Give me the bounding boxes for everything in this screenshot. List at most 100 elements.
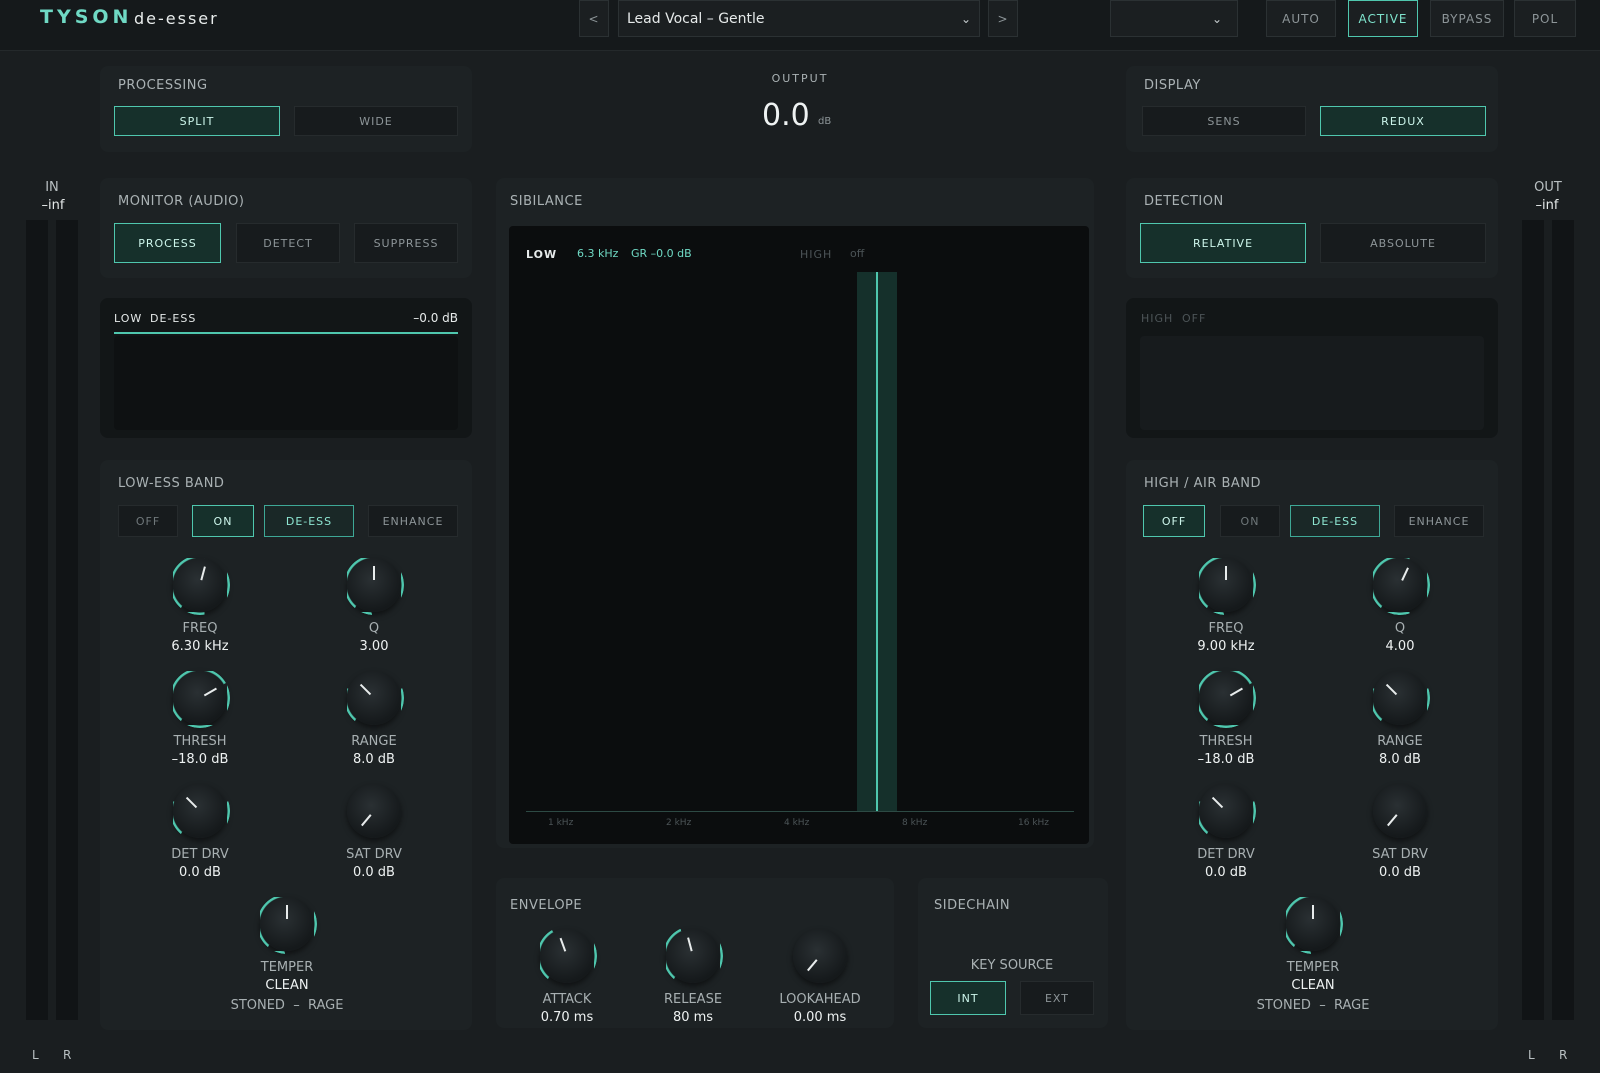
- high-range-knob-ring: [1370, 668, 1430, 728]
- output-meter-l-label: L: [1528, 1048, 1535, 1062]
- high-freq-knob[interactable]: [1196, 555, 1256, 615]
- high-deess-button[interactable]: DE-ESS: [1290, 505, 1380, 537]
- high-range-label: RANGE: [1377, 734, 1423, 749]
- high-satdrv-knob[interactable]: [1373, 784, 1427, 838]
- input-meter-left: [26, 220, 48, 1020]
- low-display-value: –0.0 dB: [413, 311, 458, 325]
- key-ext-button[interactable]: EXT: [1020, 981, 1094, 1015]
- auto-button[interactable]: AUTO: [1266, 0, 1336, 37]
- redux-button[interactable]: REDUX: [1320, 106, 1486, 136]
- low-gr-bar: [114, 332, 458, 334]
- processing-title: PROCESSING: [118, 78, 208, 93]
- relative-button[interactable]: RELATIVE: [1140, 223, 1306, 263]
- attack-knob[interactable]: [537, 926, 597, 986]
- wide-button[interactable]: WIDE: [294, 106, 458, 136]
- high-thresh-label: THRESH: [1199, 734, 1253, 749]
- low-temper-knob-ring: [257, 894, 317, 954]
- attack-knob-ring: [537, 926, 597, 986]
- sens-button[interactable]: SENS: [1142, 106, 1306, 136]
- attack-value[interactable]: 0.70 ms: [497, 1010, 637, 1025]
- sidechain-title: SIDECHAIN: [934, 898, 1011, 913]
- high-off-button[interactable]: OFF: [1143, 505, 1205, 537]
- monitor-detect-button[interactable]: DETECT: [236, 223, 340, 263]
- key-int-button[interactable]: INT: [930, 981, 1006, 1015]
- active-button[interactable]: ACTIVE: [1348, 0, 1418, 37]
- high-thresh-knob[interactable]: [1196, 668, 1256, 728]
- output-meter-value: –inf: [1535, 198, 1559, 213]
- release-knob-ring: [663, 926, 723, 986]
- high-enhance-button[interactable]: ENHANCE: [1394, 505, 1484, 537]
- low-thresh-value[interactable]: –18.0 dB: [130, 752, 270, 767]
- preset-selector[interactable]: Lead Vocal – Gentle ⌄: [618, 0, 980, 37]
- high-detdrv-knob[interactable]: [1196, 781, 1256, 841]
- sib-freq-marker[interactable]: [876, 272, 878, 812]
- monitor-suppress-button[interactable]: SUPPRESS: [354, 223, 458, 263]
- low-q-value[interactable]: 3.00: [304, 639, 444, 654]
- output-value[interactable]: 0.0: [762, 98, 810, 133]
- attack-label: ATTACK: [542, 992, 592, 1007]
- low-temper-value[interactable]: CLEAN: [217, 978, 357, 993]
- lookahead-value[interactable]: 0.00 ms: [750, 1010, 890, 1025]
- high-freq-knob-indicator: [1225, 566, 1227, 580]
- low-q-knob[interactable]: [344, 555, 404, 615]
- high-display-band: HIGH: [1141, 312, 1174, 325]
- lookahead-knob[interactable]: [793, 929, 847, 983]
- high-freq-label: FREQ: [1208, 621, 1244, 636]
- bypass-button[interactable]: BYPASS: [1430, 0, 1504, 37]
- low-thresh-knob[interactable]: [170, 668, 230, 728]
- lookahead-label: LOOKAHEAD: [779, 992, 861, 1007]
- high-q-knob-ring: [1370, 555, 1430, 615]
- low-range-knob-ring: [344, 668, 404, 728]
- sib-tick-2k: 2 kHz: [666, 818, 692, 828]
- detection-title: DETECTION: [1144, 194, 1224, 209]
- low-enhance-button[interactable]: ENHANCE: [368, 505, 458, 537]
- low-detdrv-knob[interactable]: [170, 781, 230, 841]
- low-on-button[interactable]: ON: [192, 505, 254, 537]
- option-dropdown[interactable]: ⌄: [1110, 0, 1238, 37]
- low-freq-knob-ring: [170, 555, 230, 615]
- high-band-title: HIGH / AIR BAND: [1144, 476, 1262, 491]
- absolute-button[interactable]: ABSOLUTE: [1320, 223, 1486, 263]
- high-display-mode: OFF: [1182, 312, 1207, 325]
- low-freq-value[interactable]: 6.30 kHz: [130, 639, 270, 654]
- low-freq-label: FREQ: [182, 621, 218, 636]
- low-temper-knob[interactable]: [257, 894, 317, 954]
- low-satdrv-value[interactable]: 0.0 dB: [304, 865, 444, 880]
- lookahead-knob-ring: [790, 926, 850, 986]
- high-thresh-value[interactable]: –18.0 dB: [1156, 752, 1296, 767]
- sibilance-graph[interactable]: [509, 226, 1089, 844]
- high-on-button[interactable]: ON: [1220, 505, 1280, 537]
- low-off-button[interactable]: OFF: [118, 505, 178, 537]
- sibilance-title: SIBILANCE: [510, 194, 583, 209]
- high-q-value[interactable]: 4.00: [1330, 639, 1470, 654]
- high-temper-value[interactable]: CLEAN: [1243, 978, 1383, 993]
- release-value[interactable]: 80 ms: [623, 1010, 763, 1025]
- high-q-knob[interactable]: [1370, 555, 1430, 615]
- low-display-mode: DE-ESS: [150, 312, 197, 325]
- high-temper-knob[interactable]: [1283, 894, 1343, 954]
- high-satdrv-value[interactable]: 0.0 dB: [1330, 865, 1470, 880]
- low-freq-knob[interactable]: [170, 555, 230, 615]
- split-button[interactable]: SPLIT: [114, 106, 280, 136]
- low-range-value[interactable]: 8.0 dB: [304, 752, 444, 767]
- monitor-process-button[interactable]: PROCESS: [114, 223, 221, 263]
- high-range-value[interactable]: 8.0 dB: [1330, 752, 1470, 767]
- polarity-button[interactable]: POL: [1514, 0, 1576, 37]
- low-display-band: LOW: [114, 312, 143, 325]
- high-detdrv-label: DET DRV: [1197, 847, 1255, 862]
- release-knob[interactable]: [663, 926, 723, 986]
- sib-tick-1k: 1 kHz: [548, 818, 574, 828]
- high-detdrv-value[interactable]: 0.0 dB: [1156, 865, 1296, 880]
- low-range-knob[interactable]: [344, 668, 404, 728]
- brand-logo: TYSON: [40, 6, 133, 28]
- prev-preset-button[interactable]: <: [579, 0, 609, 37]
- high-freq-value[interactable]: 9.00 kHz: [1156, 639, 1296, 654]
- next-preset-button[interactable]: >: [988, 0, 1018, 37]
- low-satdrv-knob[interactable]: [347, 784, 401, 838]
- low-deess-button[interactable]: DE-ESS: [264, 505, 354, 537]
- low-detdrv-label: DET DRV: [171, 847, 229, 862]
- low-detdrv-value[interactable]: 0.0 dB: [130, 865, 270, 880]
- low-band-title: LOW-ESS BAND: [118, 476, 225, 491]
- input-meter-r-label: R: [63, 1048, 72, 1062]
- high-range-knob[interactable]: [1370, 668, 1430, 728]
